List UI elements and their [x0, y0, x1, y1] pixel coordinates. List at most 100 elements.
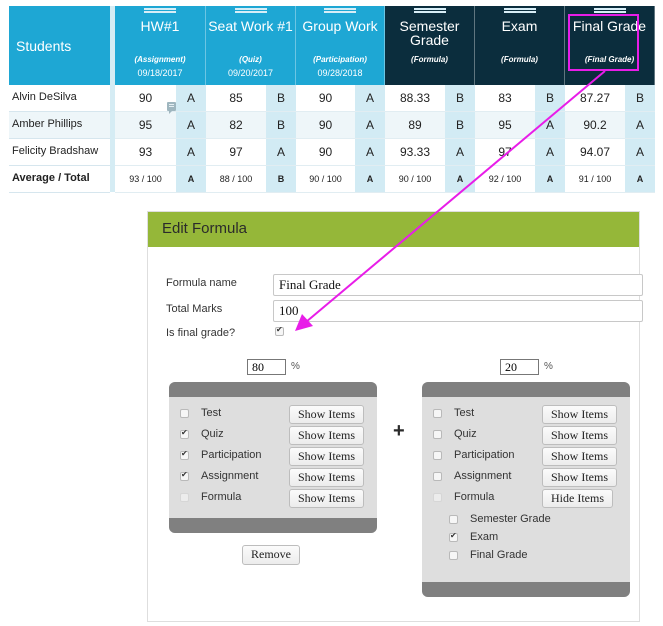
category-checkbox[interactable]: [433, 472, 442, 481]
category-checkbox[interactable]: [180, 428, 189, 439]
score-cell[interactable]: 93.33: [385, 139, 445, 166]
category-label: Assignment: [201, 470, 259, 482]
formula-name-input[interactable]: Final Grade: [273, 274, 643, 296]
drag-handle-icon[interactable]: [234, 8, 267, 13]
column-header-exam[interactable]: Exam (Formula): [475, 6, 565, 85]
show-items-button[interactable]: Show Items: [289, 405, 364, 424]
group2-percent-input[interactable]: 20: [500, 359, 539, 375]
show-items-button[interactable]: Show Items: [289, 468, 364, 487]
column-header-semester-grade[interactable]: Semester Grade (Formula): [385, 6, 475, 85]
category-checkbox[interactable]: [433, 451, 442, 460]
column-title: Seat Work #1: [208, 18, 293, 34]
score-cell[interactable]: 83: [475, 85, 535, 112]
score-cell[interactable]: 97: [206, 139, 266, 166]
total-score-cell: 88 / 100: [206, 166, 266, 193]
show-items-button[interactable]: Show Items: [542, 405, 617, 424]
comment-icon[interactable]: [167, 102, 176, 114]
category-checkbox[interactable]: [180, 493, 189, 502]
formula-name-label: Formula name: [166, 277, 237, 289]
score-cell[interactable]: 90: [296, 139, 355, 166]
show-items-button[interactable]: Show Items: [289, 447, 364, 466]
student-name[interactable]: Felicity Bradshaw: [9, 139, 110, 166]
letter-grade-cell: A: [176, 112, 206, 139]
dialog-header: Edit Formula: [148, 212, 639, 247]
remove-button[interactable]: Remove: [242, 545, 300, 565]
score-cell[interactable]: 90: [296, 85, 355, 112]
letter-grade-cell: B: [445, 85, 475, 112]
category-label: Quiz: [201, 428, 224, 440]
group2-panel: Test Show Items Quiz Show Items Participatio…: [422, 382, 630, 597]
letter-grade-cell: A: [445, 139, 475, 166]
category-label: Assignment: [454, 470, 512, 482]
student-name[interactable]: Amber Phillips: [9, 112, 110, 139]
score-cell[interactable]: 82: [206, 112, 266, 139]
formula-item-checkbox[interactable]: [449, 515, 458, 524]
total-marks-input[interactable]: 100: [273, 300, 643, 322]
column-category: (Formula): [501, 55, 538, 64]
column-category: (Participation): [313, 55, 367, 64]
letter-grade-cell: B: [266, 166, 296, 193]
category-label: Formula: [201, 491, 242, 503]
score-cell[interactable]: 95: [475, 112, 535, 139]
letter-grade-cell: A: [445, 166, 475, 193]
column-header-hw1[interactable]: HW#1 (Assignment) 09/18/2017: [115, 6, 206, 85]
column-category: (Assignment): [134, 55, 186, 64]
drag-handle-icon[interactable]: [503, 8, 536, 13]
category-label: Participation: [454, 449, 515, 461]
score-cell[interactable]: 90.2: [565, 112, 625, 139]
score-cell[interactable]: 89: [385, 112, 445, 139]
letter-grade-cell: A: [535, 112, 565, 139]
score-cell[interactable]: 97: [475, 139, 535, 166]
score-cell[interactable]: 94.07: [565, 139, 625, 166]
letter-grade-cell: B: [266, 85, 296, 112]
drag-handle-icon[interactable]: [593, 8, 626, 13]
total-marks-label: Total Marks: [166, 303, 223, 315]
students-header[interactable]: Students: [9, 6, 110, 85]
letter-grade-cell: A: [535, 166, 565, 193]
score-cell[interactable]: 90: [296, 112, 355, 139]
category-checkbox[interactable]: [180, 470, 189, 481]
formula-item-label: Exam: [470, 531, 499, 543]
is-final-grade-checkbox[interactable]: [275, 325, 284, 336]
category-checkbox[interactable]: [433, 493, 442, 502]
category-checkbox[interactable]: [180, 409, 189, 418]
category-checkbox[interactable]: [433, 430, 442, 439]
show-items-button[interactable]: Show Items: [289, 489, 364, 508]
edit-formula-dialog: Edit Formula Formula name Final Grade To…: [147, 211, 643, 622]
score-cell[interactable]: 85: [206, 85, 266, 112]
formula-item-checkbox[interactable]: [449, 531, 458, 542]
show-items-button[interactable]: Show Items: [542, 447, 617, 466]
letter-grade-cell: B: [266, 112, 296, 139]
column-header-seat-work-1[interactable]: Seat Work #1 (Quiz) 09/20/2017: [206, 6, 296, 85]
show-items-button[interactable]: Show Items: [289, 426, 364, 445]
group1-percent-input[interactable]: 80: [247, 359, 286, 375]
average-total-label: Average / Total: [9, 166, 110, 193]
letter-grade-cell: B: [535, 85, 565, 112]
category-label: Formula: [454, 491, 495, 503]
category-checkbox[interactable]: [180, 449, 189, 460]
letter-grade-cell: A: [625, 139, 655, 166]
total-score-cell: 92 / 100: [475, 166, 535, 193]
drag-handle-icon[interactable]: [324, 8, 356, 13]
score-cell[interactable]: 95: [115, 112, 176, 139]
score-cell[interactable]: 87.27: [565, 85, 625, 112]
total-score-cell: 93 / 100: [115, 166, 176, 193]
student-name[interactable]: Alvin DeSilva: [9, 85, 110, 112]
show-items-button[interactable]: Show Items: [542, 426, 617, 445]
panel-header-bar: [422, 382, 630, 397]
drag-handle-icon[interactable]: [144, 8, 176, 13]
score-cell[interactable]: 93: [115, 139, 176, 166]
letter-grade-cell: A: [355, 85, 385, 112]
column-header-group-work[interactable]: Group Work (Participation) 09/28/2018: [296, 6, 385, 85]
score-cell[interactable]: 88.33: [385, 85, 445, 112]
column-date: 09/20/2017: [227, 68, 274, 78]
category-checkbox[interactable]: [433, 409, 442, 418]
drag-handle-icon[interactable]: [413, 8, 446, 13]
letter-grade-cell: A: [355, 139, 385, 166]
show-items-button[interactable]: Show Items: [542, 468, 617, 487]
formula-item-checkbox[interactable]: [449, 551, 458, 560]
column-date: 09/28/2018: [317, 68, 363, 78]
letter-grade-cell: A: [176, 139, 206, 166]
group1-panel: Test Show Items Quiz Show Items Participatio…: [169, 382, 377, 533]
hide-items-button[interactable]: Hide Items: [542, 489, 613, 508]
